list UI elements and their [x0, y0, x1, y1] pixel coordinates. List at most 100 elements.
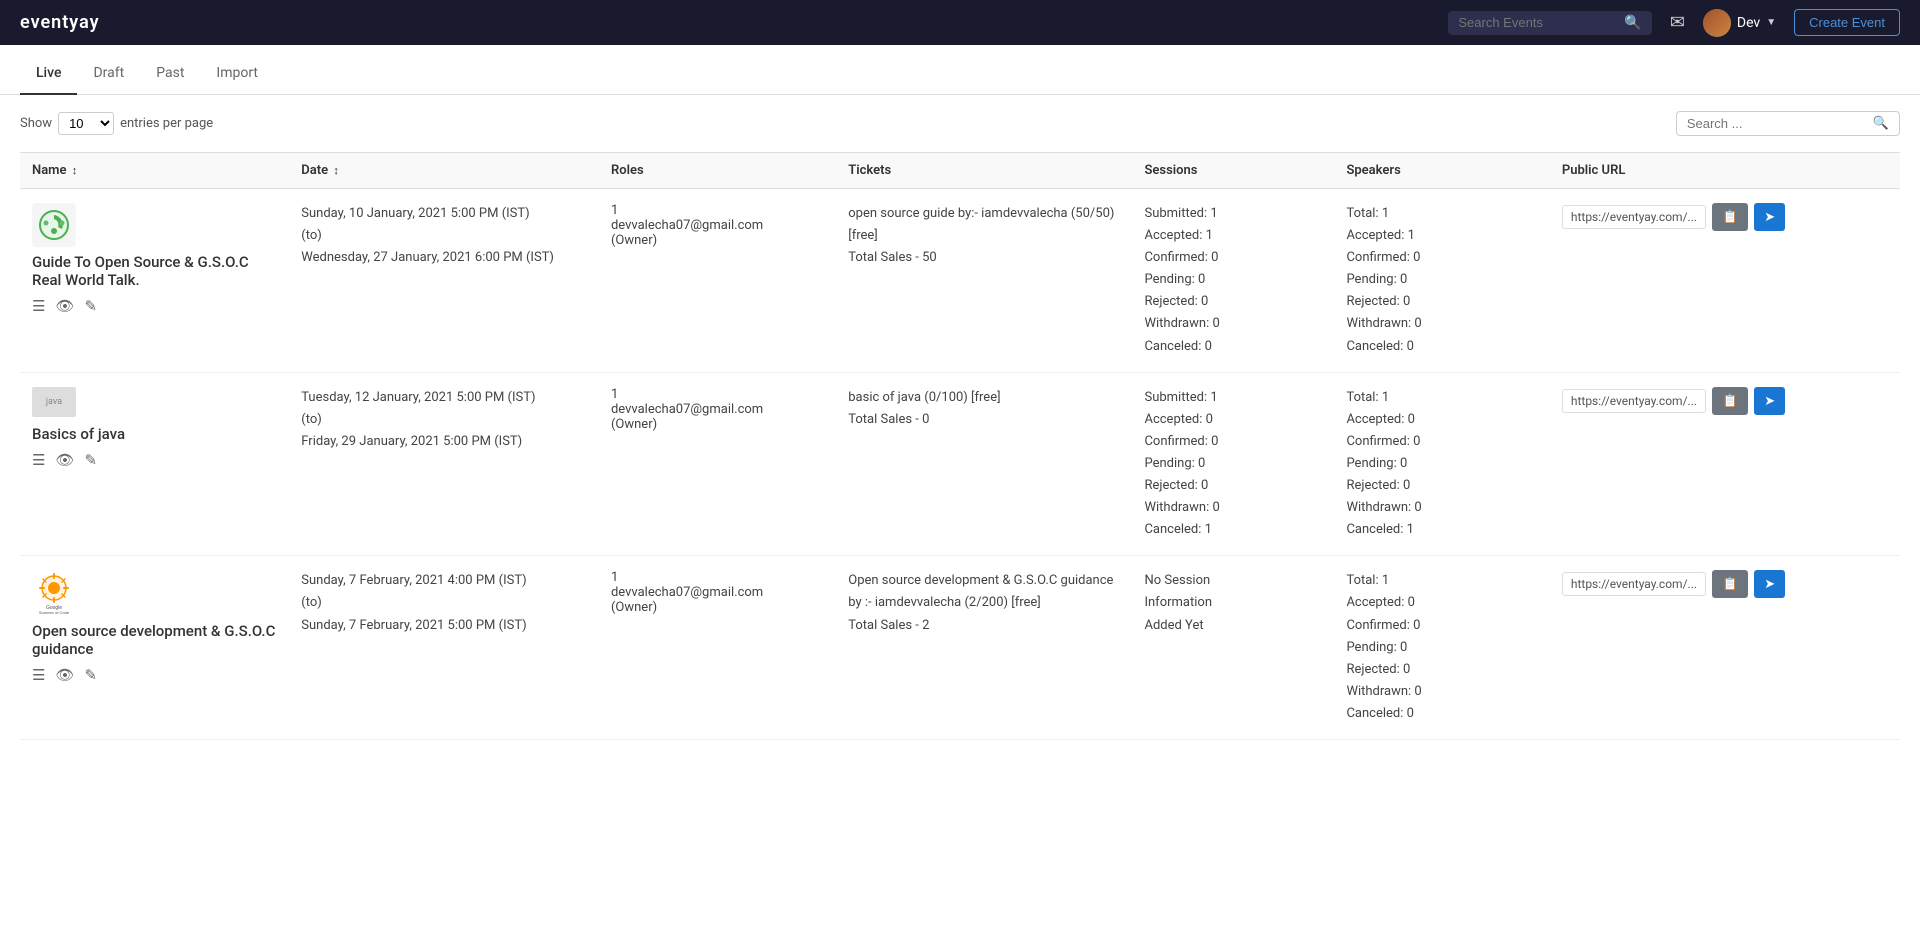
- session-withdrawn: Withdrawn: 0: [1144, 313, 1322, 335]
- session-no-info: No Session: [1144, 570, 1322, 592]
- table-search-wrap[interactable]: 🔍: [1676, 111, 1900, 136]
- event-date-to: (to): [301, 592, 587, 614]
- sort-icon-name[interactable]: ↕: [72, 164, 78, 177]
- share-url-button[interactable]: ➤: [1754, 203, 1785, 231]
- search-events-input[interactable]: [1458, 15, 1618, 30]
- list-icon[interactable]: ☰: [32, 451, 45, 469]
- sort-icon-date[interactable]: ↕: [333, 164, 339, 177]
- session-pending: Pending: 0: [1144, 269, 1322, 291]
- event-date-cell: Tuesday, 12 January, 2021 5:00 PM (IST) …: [289, 372, 599, 556]
- show-label: Show: [20, 116, 52, 131]
- speaker-pending: Pending: 0: [1346, 269, 1537, 291]
- session-submitted: Submitted: 1: [1144, 387, 1322, 409]
- event-sessions-cell: Submitted: 1 Accepted: 1 Confirmed: 0 Pe…: [1132, 189, 1334, 373]
- edit-icon[interactable]: ✎: [85, 451, 98, 469]
- event-roles-cell: 1 devvalecha07@gmail.com (Owner): [599, 372, 836, 556]
- role-type: (Owner): [611, 233, 824, 248]
- event-date-end: Sunday, 7 February, 2021 5:00 PM (IST): [301, 615, 587, 637]
- speaker-total: Total: 1: [1346, 203, 1537, 225]
- speaker-total: Total: 1: [1346, 570, 1537, 592]
- copy-url-button[interactable]: 📋: [1712, 203, 1748, 231]
- search-table-icon[interactable]: 🔍: [1873, 116, 1889, 131]
- speaker-total: Total: 1: [1346, 387, 1537, 409]
- create-event-button[interactable]: Create Event: [1794, 9, 1900, 36]
- events-table: Name ↕ Date ↕ Roles Tickets Sessions Spe…: [20, 152, 1900, 740]
- event-date-cell: Sunday, 10 January, 2021 5:00 PM (IST) (…: [289, 189, 599, 373]
- user-menu[interactable]: Dev ▼: [1703, 9, 1776, 37]
- col-header-tickets: Tickets: [836, 153, 1132, 189]
- list-icon[interactable]: ☰: [32, 297, 45, 315]
- view-icon[interactable]: 👁: [55, 666, 74, 684]
- tab-draft[interactable]: Draft: [77, 53, 140, 95]
- event-tickets-cell: basic of java (0/100) [free] Total Sales…: [836, 372, 1132, 556]
- avatar-image: [1703, 9, 1731, 37]
- tab-live[interactable]: Live: [20, 53, 77, 95]
- col-header-name: Name ↕: [20, 153, 289, 189]
- speaker-confirmed: Confirmed: 0: [1346, 247, 1537, 269]
- event-tickets-cell: open source guide by:- iamdevvalecha (50…: [836, 189, 1132, 373]
- url-cell-wrap: https://eventyay.com/... 📋 ➤: [1562, 570, 1888, 598]
- public-url: https://eventyay.com/...: [1562, 389, 1706, 413]
- table-search-input[interactable]: [1687, 116, 1867, 131]
- event-title: Guide To Open Source & G.S.O.C Real Worl…: [32, 253, 277, 289]
- copy-url-button[interactable]: 📋: [1712, 387, 1748, 415]
- event-speakers-cell: Total: 1 Accepted: 1 Confirmed: 0 Pendin…: [1334, 189, 1549, 373]
- event-title: Basics of java: [32, 425, 277, 443]
- event-actions: ☰ 👁 ✎: [32, 451, 277, 469]
- event-roles-cell: 1 devvalecha07@gmail.com (Owner): [599, 189, 836, 373]
- col-header-date: Date ↕: [289, 153, 599, 189]
- event-url-cell: https://eventyay.com/... 📋 ➤: [1550, 189, 1900, 373]
- event-speakers-cell: Total: 1 Accepted: 0 Confirmed: 0 Pendin…: [1334, 372, 1549, 556]
- event-date-start: Sunday, 7 February, 2021 4:00 PM (IST): [301, 570, 587, 592]
- event-date-end: Wednesday, 27 January, 2021 6:00 PM (IST…: [301, 247, 587, 269]
- view-icon[interactable]: 👁: [55, 451, 74, 469]
- mail-icon[interactable]: ✉: [1670, 12, 1685, 33]
- public-url: https://eventyay.com/...: [1562, 205, 1706, 229]
- role-type: (Owner): [611, 417, 824, 432]
- session-info-label: Information: [1144, 592, 1322, 614]
- speaker-accepted: Accepted: 0: [1346, 409, 1537, 431]
- tab-import[interactable]: Import: [200, 53, 274, 95]
- session-canceled: Canceled: 0: [1144, 336, 1322, 358]
- url-cell-wrap: https://eventyay.com/... 📋 ➤: [1562, 203, 1888, 231]
- session-accepted: Accepted: 0: [1144, 409, 1322, 431]
- url-cell-wrap: https://eventyay.com/... 📋 ➤: [1562, 387, 1888, 415]
- speaker-withdrawn: Withdrawn: 0: [1346, 681, 1537, 703]
- event-tickets-cell: Open source development & G.S.O.C guidan…: [836, 556, 1132, 740]
- speaker-accepted: Accepted: 1: [1346, 225, 1537, 247]
- speaker-rejected: Rejected: 0: [1346, 475, 1537, 497]
- edit-icon[interactable]: ✎: [85, 297, 98, 315]
- speaker-pending: Pending: 0: [1346, 453, 1537, 475]
- roles-count: 1: [611, 203, 824, 218]
- public-url: https://eventyay.com/...: [1562, 572, 1706, 596]
- gsoc-logo-svg: Google Summer of Code: [32, 570, 76, 614]
- share-url-button[interactable]: ➤: [1754, 570, 1785, 598]
- event-url-cell: https://eventyay.com/... 📋 ➤: [1550, 372, 1900, 556]
- view-icon[interactable]: 👁: [55, 297, 74, 315]
- roles-count: 1: [611, 387, 824, 402]
- share-url-button[interactable]: ➤: [1754, 387, 1785, 415]
- entries-per-page-select[interactable]: 10 25 50 100: [58, 112, 114, 135]
- event-actions: ☰ 👁 ✎: [32, 666, 277, 684]
- event-name-cell: Google Summer of Code Open source develo…: [20, 556, 289, 740]
- brand-logo: eventyay: [20, 12, 100, 33]
- col-header-roles: Roles: [599, 153, 836, 189]
- speaker-canceled: Canceled: 0: [1346, 703, 1537, 725]
- speaker-pending: Pending: 0: [1346, 637, 1537, 659]
- tab-past[interactable]: Past: [140, 53, 200, 95]
- speaker-confirmed: Confirmed: 0: [1346, 615, 1537, 637]
- user-name: Dev: [1737, 15, 1760, 31]
- session-rejected: Rejected: 0: [1144, 291, 1322, 313]
- edit-icon[interactable]: ✎: [85, 666, 98, 684]
- col-header-url: Public URL: [1550, 153, 1900, 189]
- copy-url-button[interactable]: 📋: [1712, 570, 1748, 598]
- speaker-rejected: Rejected: 0: [1346, 659, 1537, 681]
- search-icon-nav[interactable]: 🔍: [1624, 15, 1641, 31]
- event-date-start: Sunday, 10 January, 2021 5:00 PM (IST): [301, 203, 587, 225]
- list-icon[interactable]: ☰: [32, 666, 45, 684]
- roles-count: 1: [611, 570, 824, 585]
- session-confirmed: Confirmed: 0: [1144, 247, 1322, 269]
- search-events-wrap[interactable]: 🔍: [1448, 11, 1651, 35]
- ticket-desc: basic of java (0/100) [free]: [848, 387, 1120, 409]
- table-row: java Basics of java ☰ 👁 ✎ Tuesday, 12 Ja…: [20, 372, 1900, 556]
